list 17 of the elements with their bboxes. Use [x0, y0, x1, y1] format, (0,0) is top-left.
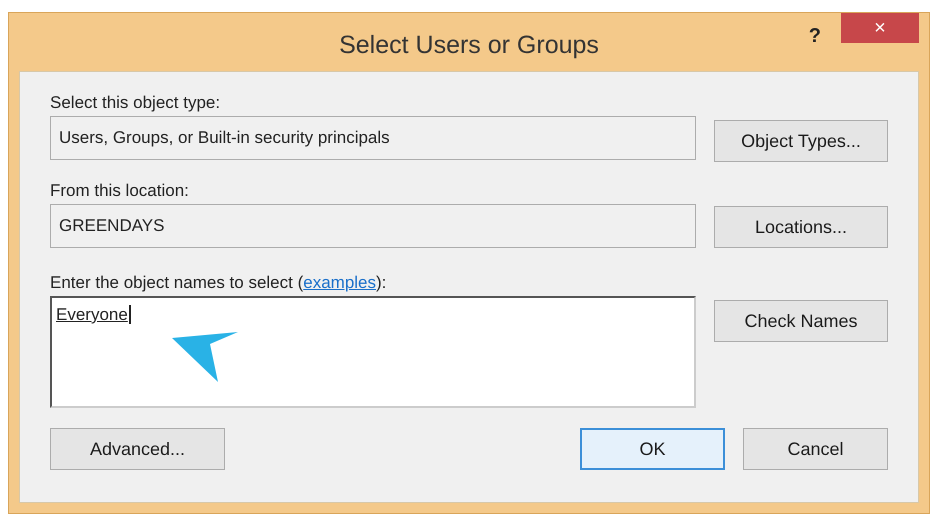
location-label: From this location:	[50, 180, 190, 202]
object-names-label: Enter the object names to select (examples):	[50, 272, 386, 294]
window-title: Select Users or Groups	[339, 30, 599, 61]
dialog-button[interactable]: Advanced...	[50, 428, 225, 470]
pointer-icon	[172, 332, 238, 382]
close-button[interactable]: ×	[841, 13, 919, 43]
object-names-field[interactable]: Everyone	[50, 296, 696, 408]
locations-button[interactable]: Locations...	[714, 206, 888, 248]
check-names-button[interactable]: Check Names	[714, 300, 888, 342]
help-button[interactable]: ?	[808, 21, 821, 51]
location-field: GREENDAYS	[50, 204, 696, 248]
object-type-label: Select this object type:	[50, 92, 222, 114]
dialog-button[interactable]: Cancel	[743, 428, 888, 470]
examples-link[interactable]: examples	[303, 273, 376, 292]
object-type-field: Users, Groups, or Built-in security principals	[50, 116, 696, 160]
object-types-button[interactable]: Object Types...	[714, 120, 888, 162]
dialog-button[interactable]: OK	[580, 428, 725, 470]
